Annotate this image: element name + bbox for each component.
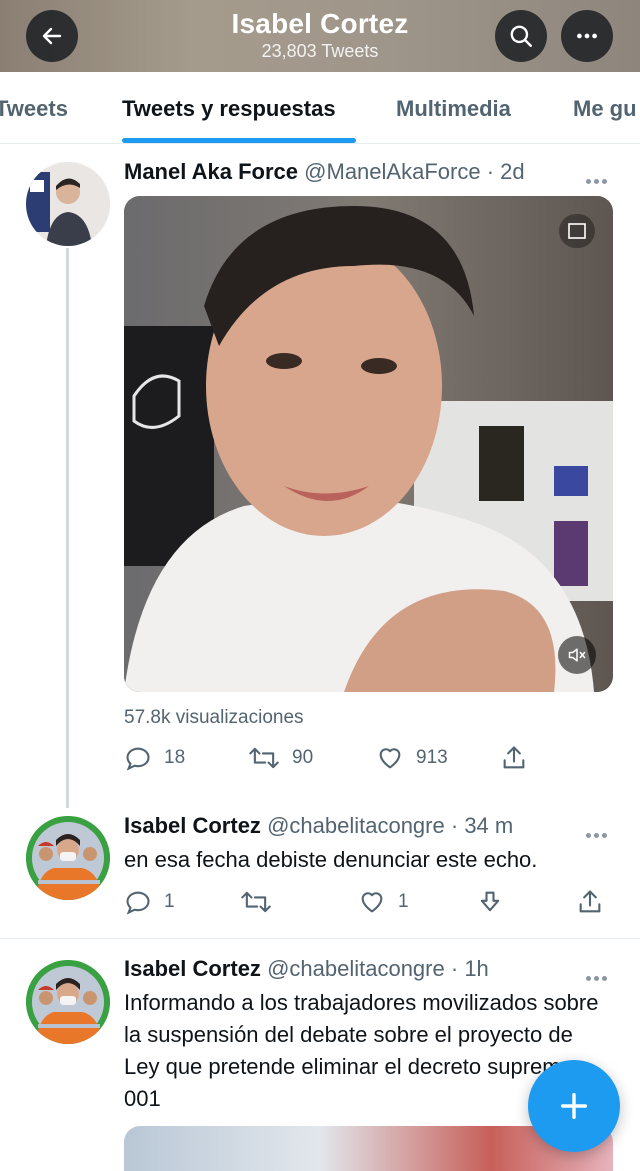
share-button[interactable] [576, 888, 604, 916]
tweet-actions: 1 1 [124, 888, 610, 918]
retweet-count: 90 [292, 747, 314, 768]
timestamp[interactable]: 1h [464, 956, 488, 981]
tab-tweets-replies[interactable]: Tweets y respuestas [122, 96, 336, 122]
avatar-image [26, 162, 110, 246]
reply-button[interactable]: 18 [124, 744, 185, 772]
share-button[interactable] [500, 744, 528, 772]
reply-icon [126, 891, 150, 915]
timestamp[interactable]: 2d [500, 159, 524, 184]
tweet-text: en esa fecha debiste denunciar este echo… [124, 847, 538, 872]
tweet-divider [0, 938, 640, 939]
search-icon [510, 25, 532, 47]
timestamp[interactable]: 34 m [464, 813, 513, 838]
avatar-image [26, 816, 110, 900]
reply-button[interactable]: 1 [124, 888, 175, 916]
more-icon [577, 33, 597, 39]
separator-dot: · [450, 956, 459, 981]
compose-tweet-button[interactable] [528, 1060, 620, 1152]
like-button[interactable]: 1 [358, 888, 409, 916]
retweet-button[interactable]: 90 [248, 744, 313, 772]
retweet-icon [249, 747, 279, 769]
profile-tabs: Tweets Tweets y respuestas Multimedia Me… [0, 72, 640, 144]
mute-button[interactable] [558, 636, 596, 674]
avatar[interactable] [26, 162, 110, 246]
reply-count: 18 [164, 747, 186, 768]
reply-count: 1 [164, 891, 175, 912]
tweet-header: Manel Aka Force @ManelAkaForce · 2d [124, 159, 525, 185]
tweet-menu-button[interactable] [586, 968, 612, 981]
download-icon [480, 891, 500, 912]
video-frame [124, 196, 613, 692]
avatar[interactable] [26, 960, 110, 1044]
tweet-menu-button[interactable] [586, 171, 612, 184]
active-tab-indicator [122, 138, 356, 143]
avatar[interactable] [26, 816, 110, 900]
retweet-button[interactable] [240, 888, 272, 916]
separator-dot: · [450, 813, 459, 838]
tab-media[interactable]: Multimedia [396, 96, 511, 122]
tweet-actions: 18 90 913 [124, 744, 544, 774]
author-handle[interactable]: @chabelitacongre [267, 956, 445, 981]
separator-dot: · [486, 159, 495, 184]
tweet-header: Isabel Cortez @chabelitacongre · 34 m [124, 813, 513, 839]
avatar-image [26, 960, 110, 1044]
analytics-button[interactable] [476, 888, 504, 916]
author-name[interactable]: Manel Aka Force [124, 159, 298, 184]
search-button[interactable] [495, 10, 547, 62]
view-count: 57.8k visualizaciones [124, 707, 304, 728]
video-player[interactable] [124, 196, 613, 692]
share-icon [503, 746, 525, 769]
like-count: 1 [398, 891, 409, 912]
reply-icon [126, 747, 150, 771]
more-button[interactable] [561, 10, 613, 62]
tab-tweets[interactable]: Tweets [0, 96, 68, 122]
thread-line [66, 248, 69, 808]
author-name[interactable]: Isabel Cortez [124, 956, 261, 981]
heart-icon [379, 748, 401, 769]
author-handle[interactable]: @chabelitacongre [267, 813, 445, 838]
like-count: 913 [416, 747, 448, 768]
retweet-icon [241, 891, 271, 913]
like-button[interactable]: 913 [376, 744, 448, 772]
tweet-header: Isabel Cortez @chabelitacongre · 1h [124, 956, 489, 982]
heart-icon [361, 892, 383, 913]
profile-header: Isabel Cortez 23,803 Tweets [0, 0, 640, 72]
tweet-menu-button[interactable] [586, 825, 612, 838]
volume-muted-icon [568, 648, 586, 662]
plus-icon [560, 1092, 588, 1120]
tab-likes[interactable]: Me gu [573, 96, 637, 122]
share-icon [579, 890, 601, 913]
author-name[interactable]: Isabel Cortez [124, 813, 261, 838]
author-handle[interactable]: @ManelAkaForce [304, 159, 480, 184]
